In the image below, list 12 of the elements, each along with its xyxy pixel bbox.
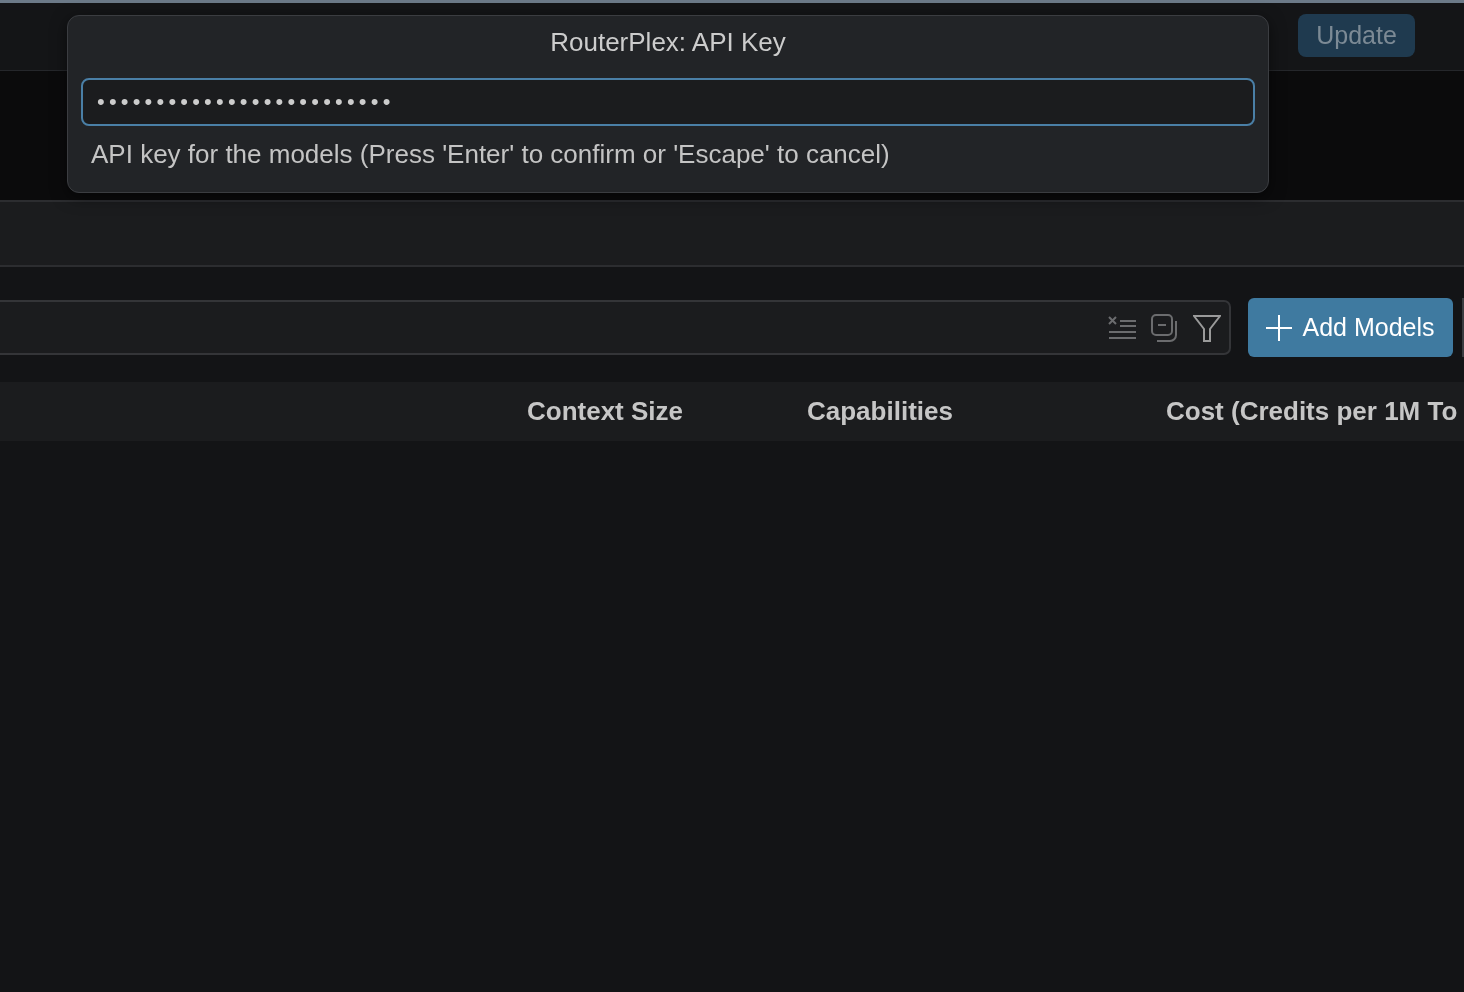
collapse-all-icon[interactable] <box>1151 313 1179 342</box>
api-key-field[interactable]: ••••••••••••••••••••••••• <box>81 78 1255 126</box>
filter-icon[interactable] <box>1193 313 1221 342</box>
add-models-button[interactable]: Add Models <box>1248 298 1453 357</box>
dialog-title: RouterPlex: API Key <box>549 26 787 59</box>
plus-icon <box>1266 314 1293 341</box>
column-header: Context Size <box>527 396 685 427</box>
dialog-message: API key for the models (Press 'Enter' to confirm or 'Escape' to cancel) <box>90 138 891 171</box>
clear-list-icon[interactable] <box>1107 314 1137 341</box>
column-header: Cost (Credits per 1M To <box>1166 396 1458 427</box>
column-header: Capabilities <box>807 396 954 427</box>
filter-field[interactable] <box>0 300 1231 355</box>
